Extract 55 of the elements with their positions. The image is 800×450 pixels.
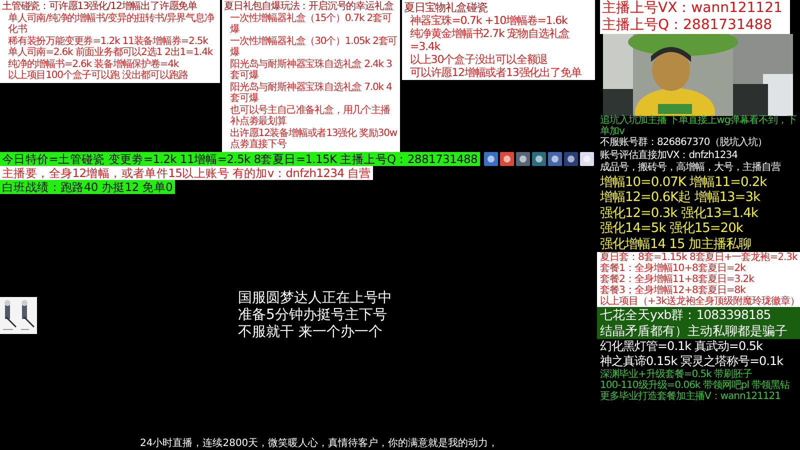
notice-line: 可以许愿12增幅或者13强化出了免单: [409, 66, 582, 79]
banner-text: 今日特价=土管碰瓷 变更劵=1.2k 11增幅=2.5k 8套夏日=1.15K 主播上号Q：2881731488: [0, 152, 480, 166]
message-line: 国服圆梦达人正在上号中: [238, 290, 392, 307]
notice-line: 以上项目100个盒子可以跑 没出都可以跑路: [7, 70, 189, 82]
notice-line: 一次性增幅器礼盒（30个）1.05k 2套可爆: [229, 36, 398, 58]
notice-line: 出许愿12装备增幅或者13强化 奖励30w点劵直接下号: [229, 128, 398, 150]
app-icon[interactable]: [564, 152, 578, 166]
app-icon[interactable]: [532, 152, 546, 166]
info-line: 追坑入坑加主播 下单直接上wg弹幕看不到，下单加v: [600, 116, 798, 136]
info-line: 更多毕业打造套餐加主播V：wann121121: [600, 391, 782, 402]
info-line: 夏日套：8套=1.15k 8套夏日+一套龙袍=2.3k: [600, 252, 798, 263]
notice-line: 纯净的增幅书=2.6k 装备增幅保护卷=4k: [7, 58, 180, 70]
notice-line: 夏日宝物礼盒碰瓷: [404, 1, 488, 14]
app-icon[interactable]: [516, 152, 530, 166]
notice-line: 也可以号主自己准备礼盒，用几个主播补点劵最划算: [229, 104, 391, 128]
info-line: 套餐2：全身增幅11+8套夏日=3.2k: [600, 274, 756, 285]
app-icon[interactable]: [500, 152, 514, 166]
notice-line: 阳光岛与耐斯神器宝珠自选礼盒 2.4k 3套可爆: [229, 58, 393, 82]
notice-line: 单人司南=2.6k 前面业务都可以2选1 2出1=1.4k: [7, 47, 214, 58]
info-line: 以上项目（+3k送龙袍全身顶级附魔玲珑徽章）: [600, 296, 800, 307]
banner-text: 主播要，全身12增幅，或者单件15以上账号 有的加v：dnfzh1234 自营: [0, 166, 373, 180]
info-line: 结晶矛盾都有）主动私聊都是骗子: [600, 323, 788, 339]
info-line: 幻化黑灯管=0.1k 真武动=0.5k: [600, 339, 764, 354]
contact-line: 主播上号Q：2881731488: [602, 17, 774, 34]
notice-line: 夏日礼包自爆玩法：开启沉号的幸运礼盒: [224, 1, 394, 12]
info-line: 套餐3；全身增幅12+8套夏日=8k: [600, 285, 746, 296]
contact-line: 主播上号VX：wann121121: [602, 0, 784, 17]
app-icon[interactable]: [548, 152, 562, 166]
message-line: 准备5分钟办挺号主下号: [238, 306, 388, 324]
notice-line: 阳光岛与耐斯神器宝珠自选礼盒 7.0k 4套可爆: [229, 82, 393, 104]
notice-line: 纯净黄金增幅书2.7k 宠物自选礼盒=3.4k: [409, 27, 571, 53]
notice-line: 土管碰瓷：可许愿13强化/12增幅出了许愿免单: [2, 1, 198, 12]
info-line: 增幅10=0.07K 增幅11=0.2k: [600, 174, 768, 190]
info-line: 增幅12=0.6K起 增幅13=3k: [600, 190, 762, 206]
info-line: 账号评估直接加VX：dnfzh1234: [600, 150, 738, 162]
message-line: 不服就干 来一个办一个: [238, 324, 384, 341]
info-line: 神之真谛0.15k 冥灵之塔称号=0.1k: [600, 354, 784, 368]
info-line: 不服账号群：826867370（脱坑入坑）: [600, 137, 768, 150]
info-line: 深渊毕业+升级套餐=0.5k 带刷胚子: [600, 369, 752, 380]
info-line: 成品号，搬砖号，高增幅，大号，主播自营: [600, 162, 782, 174]
info-line: 强化增幅14 15 加主播私聊: [600, 236, 752, 252]
info-line: 强化12=0.3k 强化13=1.4k: [600, 206, 760, 221]
info-line: 七花全天yxb群：1083398185: [600, 307, 772, 323]
info-line: 强化14=5k 强化15=20k: [600, 221, 744, 236]
notice-line: 单人司南/纯净的增幅书/变异的扭转书/异界气息净化书: [7, 12, 216, 36]
app-icon[interactable]: [580, 152, 594, 166]
notice-line: 神器宝珠=0.7k +10增幅卷=1.6k: [409, 14, 569, 27]
banner-text: 白班战绩：跑路40 办挺12 免单0: [0, 180, 174, 194]
notice-line: 以上30个盒子没出可以全额退: [409, 53, 549, 66]
notice-line: 稀有装扮万能变更券=1.2k 11装备增幅券=2.5k: [7, 36, 210, 46]
info-line: 100-110级升级=0.06k 带领网吧pl 带领黑钻: [600, 380, 791, 391]
info-line: 套餐1：全身增幅10+8套夏日=2k: [600, 263, 747, 274]
caption-text: 24小时直播，连续2800天，微笑暖人心，真情待客户，你的满意就是我的动力，: [139, 437, 500, 450]
app-icon[interactable]: [484, 152, 498, 166]
notice-line: 一次性增幅器礼盒（15个）0.7k 2套可爆: [229, 12, 393, 36]
